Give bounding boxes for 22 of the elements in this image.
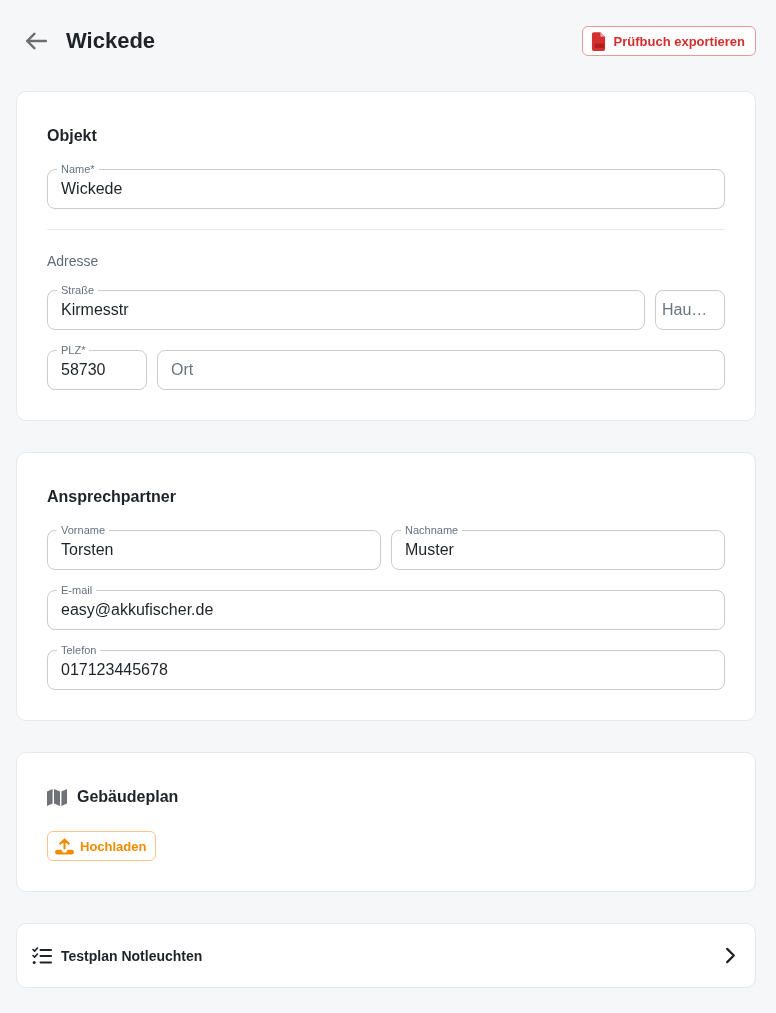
export-pdf-button[interactable]: Prüfbuch exportieren [581,26,756,56]
field-label: E-mail [57,584,97,597]
field-label: PLZ* [57,344,90,357]
section-title: Ansprechpartner [47,487,177,507]
chevron-right-icon [725,947,736,964]
section-subtitle: Adresse [47,252,100,270]
section-title: Gebäudeplan [77,787,179,807]
city-field[interactable]: Ort [157,350,725,390]
field-label: Straße [57,284,98,297]
field-label: Name* [57,163,99,176]
upload-icon [55,837,74,855]
section-title: Objekt [47,126,98,146]
map-icon [47,788,67,806]
field-label: Vorname [57,524,110,537]
page-title: Wickede [66,27,156,55]
test-plan-row[interactable]: Testplan Notleuchten [16,923,756,988]
field-label: Telefon [57,644,101,657]
house-number-field[interactable]: Hau… [655,290,725,330]
field-label: Nachname [401,524,463,537]
pdf-file-icon [590,31,606,51]
checklist-icon [32,946,52,965]
arrow-left-icon [25,32,47,50]
